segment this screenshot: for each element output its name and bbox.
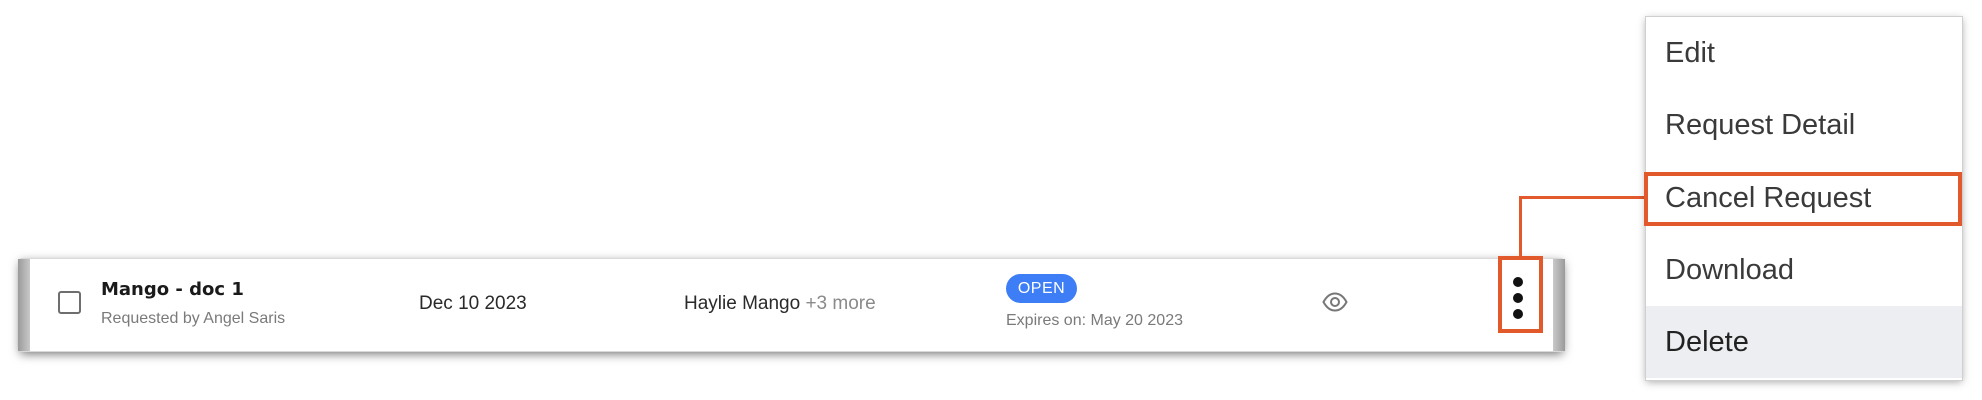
expires-text: Expires on: May 20 2023	[1006, 312, 1183, 329]
eye-icon[interactable]	[1322, 292, 1348, 312]
recipients: Haylie Mango +3 more	[684, 293, 876, 315]
menu-item-download[interactable]: Download	[1646, 234, 1962, 306]
table-row[interactable]: Mango - doc 1 Requested by Angel Saris D…	[18, 259, 1565, 351]
kebab-vertical-icon[interactable]	[1496, 259, 1540, 351]
document-title[interactable]: Mango - doc 1	[101, 279, 244, 300]
menu-item-request-detail[interactable]: Request Detail	[1646, 89, 1962, 161]
callout-connector	[1519, 196, 1522, 257]
request-date: Dec 10 2023	[419, 293, 527, 314]
status-badge: OPEN	[1006, 274, 1077, 303]
kebab-dot	[1513, 293, 1523, 303]
row-select-checkbox[interactable]	[58, 291, 81, 314]
kebab-dot	[1513, 309, 1523, 319]
actions-menu: Edit Request Detail Cancel Request Downl…	[1646, 17, 1962, 380]
callout-connector	[1519, 196, 1646, 199]
recipient-primary: Haylie Mango	[684, 293, 801, 314]
recipient-more[interactable]: +3 more	[805, 293, 875, 314]
canvas: Mango - doc 1 Requested by Angel Saris D…	[0, 0, 1982, 400]
menu-item-delete[interactable]: Delete	[1646, 306, 1962, 378]
menu-item-cancel-request[interactable]: Cancel Request	[1646, 162, 1962, 234]
requested-by-text: Requested by Angel Saris	[101, 310, 286, 327]
menu-item-edit[interactable]: Edit	[1646, 17, 1962, 89]
kebab-dot	[1513, 277, 1523, 287]
